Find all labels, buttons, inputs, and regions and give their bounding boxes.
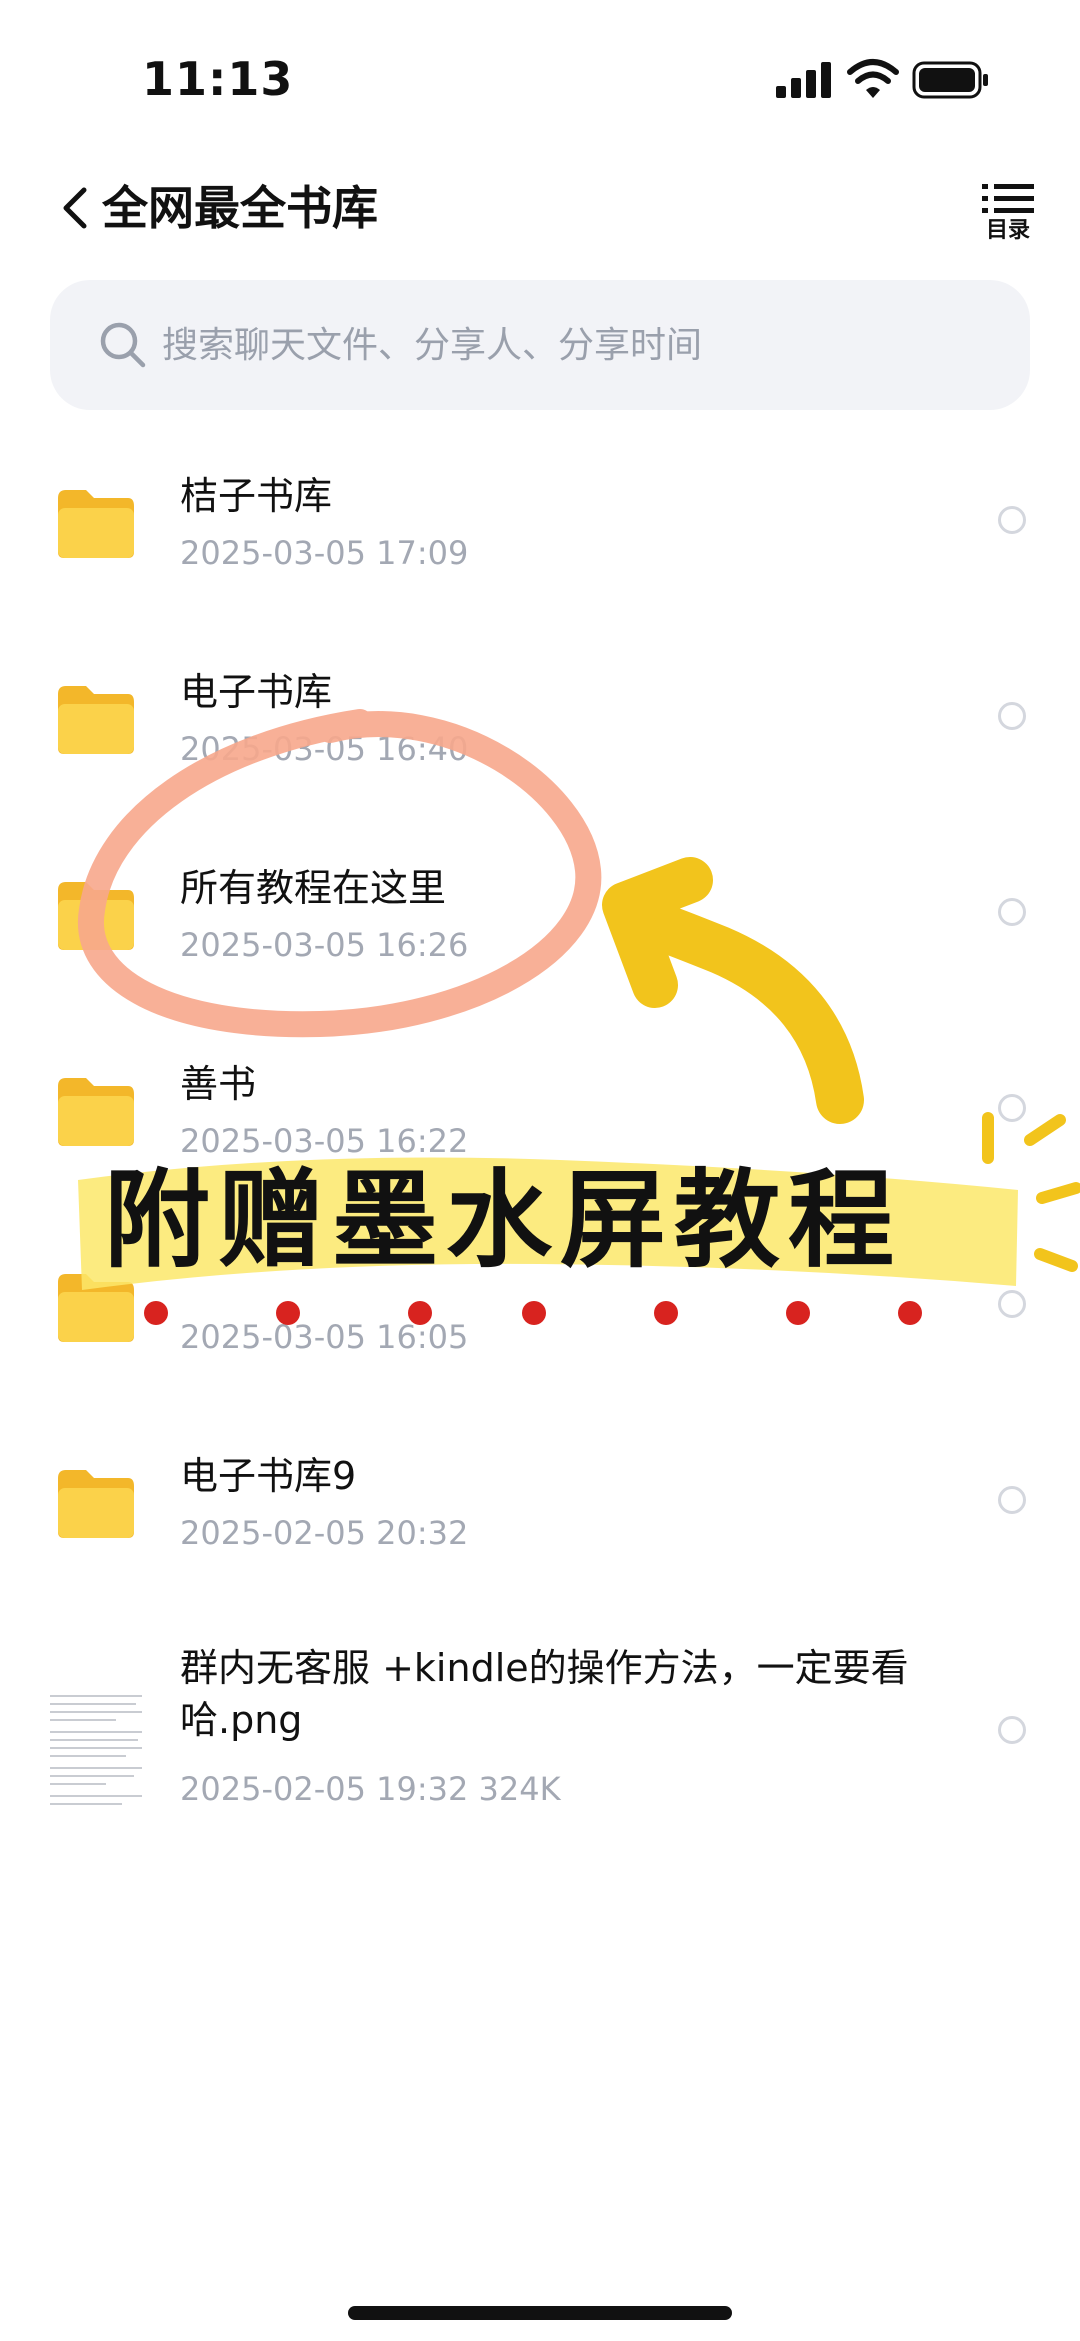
file-meta: 2025-03-05 16:26 <box>180 926 469 964</box>
page-title: 全网最全书库 <box>102 181 378 235</box>
file-meta: 2025-02-05 20:32 <box>180 1514 469 1552</box>
select-checkbox[interactable] <box>998 506 1026 534</box>
search-bar[interactable] <box>50 280 1030 410</box>
folder-icon <box>58 490 134 558</box>
select-checkbox[interactable] <box>998 1290 1026 1318</box>
file-name: 所有教程在这里 <box>180 866 447 910</box>
file-name: 群内无客服 +kindle的操作方法，一定要看哈.png <box>180 1646 909 1742</box>
list-item[interactable]: 桔子书库 2025-03-05 17:09 <box>0 430 1080 626</box>
list-item[interactable]: 电子书库9 2025-02-05 20:32 <box>0 1410 1080 1606</box>
select-checkbox[interactable] <box>998 1094 1026 1122</box>
select-checkbox[interactable] <box>998 898 1026 926</box>
folder-icon <box>58 882 134 950</box>
image-thumbnail <box>46 1688 146 1818</box>
file-name: 电子书库9 <box>180 1454 357 1498</box>
status-time: 11:13 <box>142 52 294 106</box>
file-name: 善书 <box>180 1062 257 1106</box>
select-checkbox[interactable] <box>998 1716 1026 1744</box>
list-item[interactable]: 电子书库 2025-03-05 16:40 <box>0 626 1080 822</box>
toc-button[interactable]: 目录 <box>978 180 1038 243</box>
file-name: 桔子书库 <box>180 474 333 518</box>
list-item[interactable]: 所有教程在这里 2025-03-05 16:26 <box>0 822 1080 1018</box>
list-item[interactable]: 群内无客服 +kindle的操作方法，一定要看哈.png 2025-02-05 … <box>0 1606 1080 1846</box>
back-chevron-icon[interactable] <box>56 180 96 236</box>
battery-icon <box>912 61 988 99</box>
search-icon <box>100 322 146 368</box>
search-input[interactable] <box>162 314 982 376</box>
file-name: 电子书库 <box>180 670 333 714</box>
file-meta: 2025-03-05 17:09 <box>180 534 469 572</box>
file-meta: 2025-03-05 16:40 <box>180 730 469 768</box>
list-icon <box>982 184 1034 213</box>
wifi-icon <box>847 59 899 98</box>
file-meta: 2025-02-05 19:32 324K <box>180 1770 561 1808</box>
home-indicator[interactable] <box>348 2306 732 2320</box>
file-meta: 2025-03-05 16:05 <box>180 1318 469 1356</box>
folder-icon <box>58 686 134 754</box>
select-checkbox[interactable] <box>998 702 1026 730</box>
toc-label: 目录 <box>985 218 1030 243</box>
folder-icon <box>58 1470 134 1538</box>
banner-text: 附赠墨水屏教程 <box>104 1159 902 1282</box>
signal-icon <box>776 62 831 98</box>
select-checkbox[interactable] <box>998 1486 1026 1514</box>
